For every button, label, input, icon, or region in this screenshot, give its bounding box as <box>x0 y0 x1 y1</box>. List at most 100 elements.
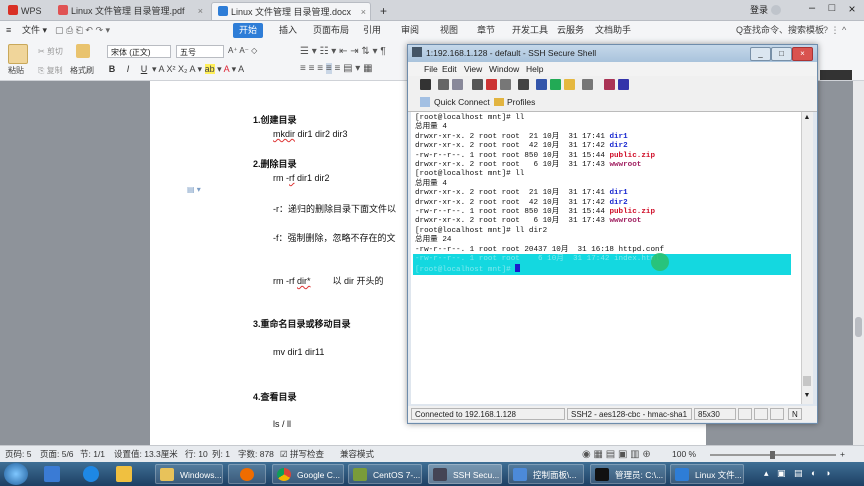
ssh-menu-file[interactable]: File <box>424 62 438 76</box>
ssh-menu-help[interactable]: Help <box>526 62 543 76</box>
hamburger-icon[interactable]: ≡ <box>6 21 11 40</box>
document-vertical-scrollbar[interactable] <box>853 81 864 445</box>
terminal-scroll-thumb[interactable] <box>803 376 811 386</box>
ssh-title-bar[interactable]: 1:192.168.1.128 - default - SSH Secure S… <box>408 45 817 62</box>
find-icon[interactable] <box>518 79 529 90</box>
settings-icon[interactable] <box>536 79 547 90</box>
format-icons-row[interactable]: ▾ A X² X₂ A ▾ ab ▾ A ▾ A <box>152 64 244 75</box>
font-family-select[interactable]: 宋体 (正文) <box>107 45 171 58</box>
taskbar-windows[interactable]: Windows... <box>155 464 223 484</box>
zoom-in-icon[interactable]: + <box>840 446 845 463</box>
ribbon-tools-icons[interactable]: ? ⋮ ^ <box>823 21 846 40</box>
explorer-icon[interactable] <box>44 466 60 482</box>
paste-button[interactable]: 粘贴 <box>8 65 24 76</box>
file-menu[interactable]: 文件 ▾ <box>22 21 47 40</box>
ssh-minimize-button[interactable]: _ <box>750 47 771 61</box>
save-icon[interactable] <box>420 79 431 90</box>
taskbar-wps-doc[interactable]: Linux 文件... <box>670 464 744 484</box>
paste-icon[interactable] <box>8 44 28 64</box>
copy-icon[interactable] <box>486 79 497 90</box>
profile-settings-icon[interactable] <box>582 79 593 90</box>
print-preview-icon[interactable] <box>452 79 463 90</box>
format-painter-button[interactable]: 格式刷 <box>70 65 94 76</box>
tab-docx[interactable]: Linux 文件管理 目录管理.docx × <box>211 2 371 20</box>
terminal-output[interactable]: [root@localhost mnt]# ll 总用量 4 drwxr-xr-x.… <box>411 112 801 404</box>
menu-chapter[interactable]: 章节 <box>477 21 495 40</box>
ssh-connect-bar: Quick Connect Profiles <box>408 93 817 112</box>
help-book-icon[interactable] <box>604 79 615 90</box>
ssh-menu-view[interactable]: View <box>464 62 482 76</box>
italic-button[interactable]: I <box>122 63 134 75</box>
menu-cloud[interactable]: 云服务 <box>557 21 584 40</box>
profiles-button[interactable]: Profiles <box>507 93 535 111</box>
format-painter-icon[interactable] <box>76 44 90 58</box>
taskbar-centos-vm[interactable]: CentOS 7-... <box>348 464 422 484</box>
new-tab-button[interactable]: + <box>374 2 394 20</box>
close-tab-icon[interactable]: × <box>198 2 203 20</box>
scroll-down-arrow[interactable]: ▼ <box>803 392 811 399</box>
status-pages[interactable]: 页面: 5/6 <box>40 446 74 463</box>
list-icons[interactable]: ☰ ▾ ☷ ▾ ⇤ ⇥ ⇅ ▾ ¶ <box>300 46 386 57</box>
start-orb-icon[interactable] <box>4 463 28 485</box>
taskbar-chrome[interactable]: Google C... <box>272 464 344 484</box>
folder-icon[interactable] <box>116 466 132 482</box>
scroll-thumb[interactable] <box>855 317 862 337</box>
menu-page-layout[interactable]: 页面布局 <box>313 21 349 40</box>
new-terminal-icon[interactable] <box>550 79 561 90</box>
maximize-button[interactable]: □ <box>825 2 839 14</box>
system-tray-icons[interactable]: ▴ ▣ ▤ ◐ ◑ <box>764 468 854 480</box>
cut-icon[interactable] <box>472 79 483 90</box>
taskbar-ssh[interactable]: SSH Secu... <box>428 464 502 484</box>
cut-button[interactable]: ✂ 剪切 <box>38 46 63 57</box>
menu-developer[interactable]: 开发工具 <box>512 21 548 40</box>
view-mode-icons[interactable]: ◉ ▦ ▤ ▣ ▥ ⊕ <box>582 446 651 463</box>
file-meta: drwxr-xr-x. 2 root root 42 10月 31 17:42 <box>415 198 610 207</box>
taskbar-control-panel[interactable]: 控制面板\... <box>508 464 584 484</box>
zoom-level[interactable]: 100 % <box>672 446 696 463</box>
font-grow-icon[interactable]: A⁺ A⁻ ◇ <box>228 46 257 55</box>
zoom-slider[interactable] <box>710 451 836 459</box>
about-icon[interactable] <box>618 79 629 90</box>
print-icon[interactable] <box>438 79 449 90</box>
taskbar-media[interactable] <box>228 464 266 484</box>
font-size-select[interactable]: 五号 <box>176 45 224 58</box>
spell-check-toggle[interactable]: ☑ 拼写检查 <box>280 446 324 463</box>
ssh-secure-shell-window[interactable]: 1:192.168.1.128 - default - SSH Secure S… <box>407 44 818 424</box>
taskbar-cmd[interactable]: 管理员: C:\... <box>590 464 666 484</box>
menu-insert[interactable]: 插入 <box>279 21 297 40</box>
quick-access-icons[interactable]: ▢ ⎙ ⎗ ↶ ↷ ▾ <box>55 21 110 40</box>
menu-review[interactable]: 审阅 <box>401 21 419 40</box>
menu-references[interactable]: 引用 <box>363 21 381 40</box>
terminal-scrollbar[interactable]: ▲ ▼ <box>801 112 813 404</box>
ssh-menu-edit[interactable]: Edit <box>442 62 457 76</box>
minimize-button[interactable]: – <box>805 2 819 14</box>
close-tab-icon[interactable]: × <box>361 3 366 20</box>
file-transfer-icon[interactable] <box>564 79 575 90</box>
bold-button[interactable]: B <box>106 63 118 75</box>
zoom-slider-thumb[interactable] <box>770 451 775 459</box>
status-page[interactable]: 页码: 5 <box>5 446 31 463</box>
status-words[interactable]: 字数: 878 <box>238 446 274 463</box>
underline-button[interactable]: U <box>138 63 150 75</box>
copy-button[interactable]: ⎘ 复制 <box>38 65 63 76</box>
ssh-menu-window[interactable]: Window <box>489 62 519 76</box>
floating-mini-toolbar[interactable] <box>820 70 852 80</box>
menu-view[interactable]: 视图 <box>440 21 458 40</box>
tab-wps-home[interactable]: WPS <box>2 2 48 20</box>
paragraph-handle-icon[interactable]: ▤ ▾ <box>187 185 201 194</box>
scroll-up-arrow[interactable]: ▲ <box>803 114 811 121</box>
quick-connect-button[interactable]: Quick Connect <box>434 93 490 111</box>
heading-delete-dir: 2.删除目录 <box>253 159 297 169</box>
command-search[interactable]: Q查找命令、搜索模板 <box>736 21 824 40</box>
cut-label: 剪切 <box>46 47 63 56</box>
align-icons[interactable]: ≡ ≡ ≡ ≡ ≡ ▤ ▾ ▦ <box>300 63 373 74</box>
menu-start[interactable]: 开始 <box>233 23 264 38</box>
ssh-maximize-button[interactable]: □ <box>771 47 792 61</box>
paste-icon[interactable] <box>500 79 511 90</box>
ssh-close-button[interactable]: × <box>792 47 813 61</box>
login-button[interactable]: 登录 <box>750 3 790 17</box>
close-window-button[interactable]: × <box>845 2 859 16</box>
tab-pdf[interactable]: Linux 文件管理 目录管理.pdf × <box>52 2 207 20</box>
ie-icon[interactable] <box>83 466 99 482</box>
menu-doc-assistant[interactable]: 文档助手 <box>595 21 631 40</box>
